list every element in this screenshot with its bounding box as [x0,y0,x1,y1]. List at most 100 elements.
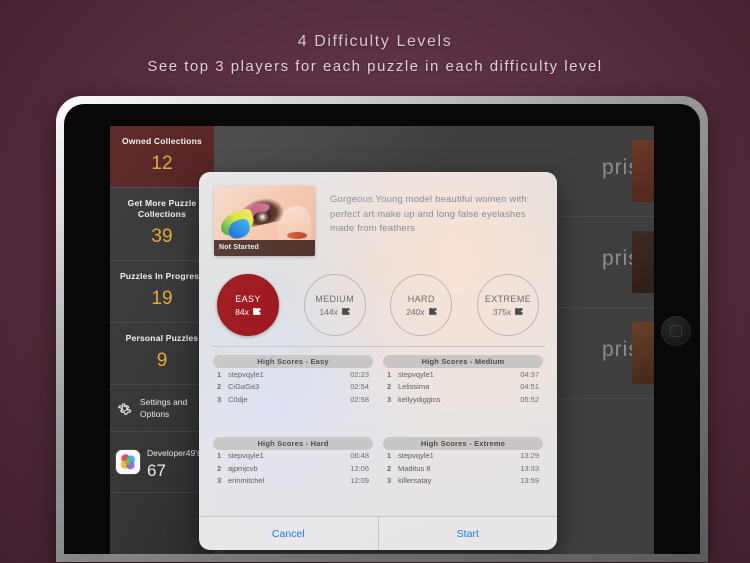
player-name: kellyydiggins [398,394,441,404]
player-time: 02:58 [350,394,369,404]
player-name: ajpmjcvb [228,463,258,473]
player-name: Lelissima [398,382,430,392]
rank: 3 [387,394,392,404]
rank: 2 [387,463,392,473]
difficulty-piece-count: 240x [406,306,425,317]
player-name: stepvqyle1 [228,451,264,461]
table-row: 1 stepvqyle1 06:48 [213,450,373,463]
sidebar-item-count: 39 [151,226,173,247]
sidebar-item-count: 12 [151,153,173,174]
puzzle-cover-image: Not Started [214,186,315,256]
sidebar-settings-label: Settings and Options [140,397,188,419]
rank: 2 [217,382,222,392]
high-scores-table-easy: High Scores - Easy 1 stepvqyle1 02:23 2 … [213,355,373,433]
difficulty-label: HARD [407,293,435,304]
app-screen: Owned Collections 12 Get More Puzzle Col… [110,126,654,554]
sidebar-item-count: 19 [151,288,173,309]
player-name: killersatay [398,476,432,486]
sidebar-item-count: 9 [156,350,168,371]
difficulty-selector: EASY 84x MEDIUM 144x HARD 240x EXTREME 3… [199,266,557,346]
high-scores-table-medium: High Scores - Medium 1 stepvqyle1 04:37 … [383,355,543,433]
difficulty-label: EXTREME [484,293,532,304]
gear-icon [118,402,132,415]
high-scores-section: High Scores - Easy 1 stepvqyle1 02:23 2 … [199,347,557,516]
tablet-bezel: Owned Collections 12 Get More Puzzle Col… [64,104,700,554]
table-header: High Scores - Hard [213,436,373,450]
puzzle-piece-icon [428,308,436,315]
puzzle-description: Gorgeous Young model beautiful women wit… [330,194,527,234]
table-header: High Scores - Easy [213,355,373,368]
sidebar-item-owned-collections[interactable]: Owned Collections 12 [110,126,214,188]
sidebar-item-label: Puzzles In Progress [119,271,205,281]
table-row: 3 kellyydiggins 05:52 [383,393,543,406]
difficulty-option-extreme[interactable]: EXTREME 375x [476,274,539,336]
puzzle-detail-dialog: Not Started Gorgeous Young model beautif… [199,172,557,550]
status-badge: Not Started [214,240,315,256]
sidebar-item-label: Get More Puzzle Collections [127,198,197,219]
rank: 1 [387,369,392,379]
difficulty-option-hard[interactable]: HARD 240x [390,274,453,336]
difficulty-label: EASY [235,293,261,304]
difficulty-option-easy[interactable]: EASY 84x [217,274,279,336]
player-time: 13:59 [520,476,539,486]
start-button[interactable]: Start [379,517,558,550]
game-center-label: Developer49's [147,448,202,458]
player-time: 02:23 [350,369,369,379]
list-item-thumbnail [632,140,654,202]
table-row: 1 stepvqyle1 02:23 [213,368,373,381]
difficulty-option-medium[interactable]: MEDIUM 144x [303,274,366,336]
difficulty-piece-count: 84x [235,306,249,317]
list-item-thumbnail [632,322,654,384]
table-row: 1 stepvqyle1 04:37 [383,368,543,381]
rank: 3 [387,476,392,486]
puzzle-piece-icon [252,308,261,315]
player-name: stepvqyle1 [398,451,434,461]
tablet-device-frame: Owned Collections 12 Get More Puzzle Col… [56,96,708,562]
table-header: High Scores - Extreme [383,436,543,450]
promo-screenshot: 4 Difficulty Levels See top 3 players fo… [0,0,750,563]
rank: 3 [217,476,222,486]
difficulty-piece-count: 375x [492,306,512,317]
rank: 1 [387,451,392,461]
rank: 2 [387,382,392,392]
cancel-button[interactable]: Cancel [199,517,379,550]
table-row: 2 CiGaGa3 02:54 [213,381,373,394]
table-row: 3 C0dje 02:58 [213,393,373,406]
dialog-header: Not Started Gorgeous Young model beautif… [199,172,557,266]
high-scores-table-extreme: High Scores - Extreme 1 stepvqyle1 13:29… [383,436,543,515]
player-time: 13:29 [520,451,539,461]
difficulty-piece-count: 144x [319,306,338,317]
sidebar-item-label: Personal Puzzles [125,333,199,343]
player-name: stepvqyle1 [398,369,434,379]
high-scores-table-hard: High Scores - Hard 1 stepvqyle1 06:48 2 … [213,436,373,515]
puzzle-piece-icon [515,308,523,315]
difficulty-label: MEDIUM [315,293,355,304]
player-time: 05:52 [520,394,539,404]
player-time: 12:06 [350,463,369,473]
page-title: 4 Difficulty Levels [297,33,453,50]
table-row: 2 Maditus 8 13:33 [383,462,543,475]
puzzle-piece-icon [342,308,350,315]
player-time: 13:33 [520,463,539,473]
sidebar-item-label: Owned Collections [122,136,202,146]
rank: 1 [217,451,222,461]
player-name: stepvqyle1 [228,369,264,379]
game-center-count: 67 [147,461,166,480]
player-time: 12:09 [350,476,369,486]
player-name: CiGaGa3 [228,382,260,392]
player-name: C0dje [228,394,248,404]
home-button[interactable] [661,316,691,346]
player-time: 02:54 [350,382,369,392]
player-time: 04:37 [520,369,539,379]
rank: 2 [217,463,222,473]
player-time: 06:48 [350,451,369,461]
dialog-footer: Cancel Start [199,516,557,550]
table-row: 2 ajpmjcvb 12:06 [213,462,373,475]
table-row: 1 stepvqyle1 13:29 [383,450,543,463]
page-subtitle: See top 3 players for each puzzle in eac… [147,58,603,75]
list-item-thumbnail [632,231,654,293]
player-name: Maditus 8 [398,463,431,473]
rank: 1 [217,369,222,379]
table-header: High Scores - Medium [383,355,543,368]
game-center-icon [116,450,140,474]
